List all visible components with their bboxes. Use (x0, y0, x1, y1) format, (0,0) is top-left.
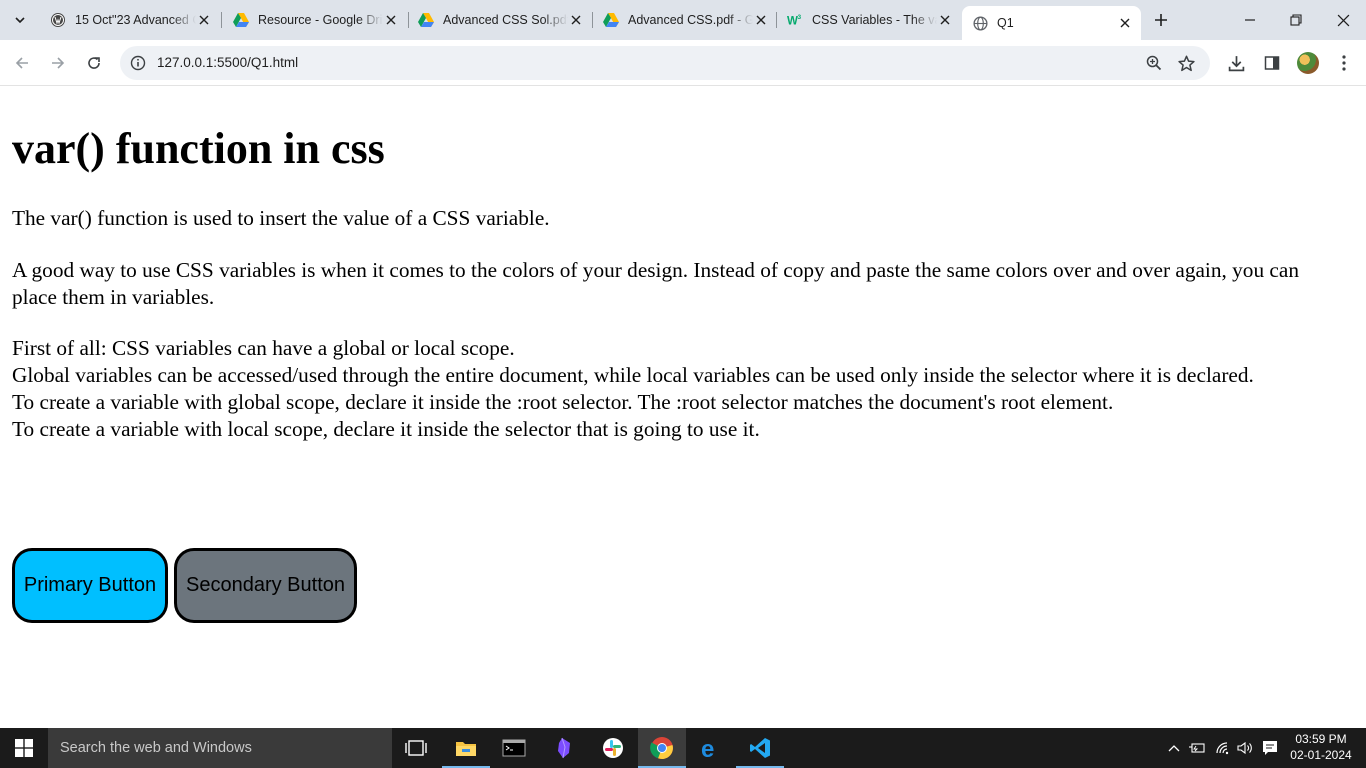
obsidian-icon[interactable] (540, 728, 588, 768)
notification-center-icon[interactable] (1260, 738, 1280, 758)
browser-tab-strip: 15 Oct''23 Advanced CSS Resource - Googl… (0, 0, 1366, 40)
minimize-icon (1245, 19, 1255, 21)
browser-menu-button[interactable] (1330, 49, 1358, 77)
volume-icon[interactable] (1236, 738, 1256, 758)
restore-button[interactable] (1273, 0, 1319, 40)
close-icon[interactable] (196, 12, 212, 28)
close-icon[interactable] (383, 12, 399, 28)
tab-search-button[interactable] (8, 8, 32, 32)
profile-avatar[interactable] (1297, 52, 1319, 74)
tab-title: Advanced CSS.pdf - Google Drive (628, 13, 753, 27)
browser-tab[interactable]: Resource - Google Drive (223, 5, 407, 35)
wordpress-icon (50, 12, 66, 28)
tab-title: CSS Variables - The var() function (812, 13, 937, 27)
taskbar-search-box[interactable]: Search the web and Windows (48, 728, 392, 768)
browser-tab[interactable]: Advanced CSS.pdf - Google Drive (593, 5, 777, 35)
clock-date: 02-01-2024 (1290, 748, 1352, 762)
svg-text:W: W (787, 15, 798, 27)
start-button[interactable] (0, 728, 48, 768)
zoom-icon[interactable] (1144, 53, 1164, 73)
file-explorer-icon[interactable] (442, 728, 490, 768)
forward-button[interactable] (44, 49, 72, 77)
colors-paragraph: A good way to use CSS variables is when … (12, 258, 1299, 309)
svg-text:3: 3 (798, 14, 802, 21)
globe-icon (972, 15, 988, 31)
bookmark-star-icon[interactable] (1176, 53, 1196, 73)
reload-button[interactable] (80, 49, 108, 77)
close-window-button[interactable] (1320, 0, 1366, 40)
chevron-up-icon[interactable] (1164, 738, 1184, 758)
vscode-icon[interactable] (736, 728, 784, 768)
close-icon[interactable] (1117, 15, 1133, 31)
google-drive-icon (233, 12, 249, 28)
taskbar-clock[interactable]: 03:59 PM 02-01-2024 (1286, 731, 1356, 763)
side-panel-icon (1264, 56, 1280, 70)
intro-paragraph: The var() function is used to insert the… (12, 206, 550, 230)
tab-title: Q1 (997, 16, 1014, 30)
chevron-down-icon (15, 17, 25, 24)
chrome-icon[interactable] (638, 728, 686, 768)
back-button[interactable] (8, 49, 36, 77)
task-view-icon[interactable] (392, 728, 440, 768)
slack-icon[interactable] (589, 728, 637, 768)
scope-paragraph: First of all: CSS variables can have a g… (12, 335, 1342, 443)
downloads-button[interactable] (1222, 49, 1250, 77)
browser-toolbar: 127.0.0.1:5500/Q1.html (0, 40, 1366, 86)
clock-time: 03:59 PM (1295, 732, 1347, 746)
secondary-button[interactable]: Secondary Button (174, 548, 357, 623)
primary-button[interactable]: Primary Button (12, 548, 168, 623)
svg-text:e: e (701, 736, 714, 760)
battery-icon[interactable] (1187, 738, 1207, 758)
taskbar-search-placeholder: Search the web and Windows (60, 740, 252, 756)
command-prompt-icon[interactable] (490, 728, 538, 768)
tab-title: Advanced CSS Sol.pdf (443, 13, 568, 27)
google-drive-icon (603, 12, 619, 28)
download-icon (1228, 55, 1244, 71)
tab-title: Resource - Google Drive (258, 13, 383, 27)
kebab-menu-icon (1342, 55, 1346, 71)
address-bar[interactable]: 127.0.0.1:5500/Q1.html (120, 46, 1210, 80)
arrow-left-icon (15, 57, 28, 69)
edge-icon[interactable]: e (687, 728, 735, 768)
close-icon[interactable] (937, 12, 953, 28)
reload-icon (88, 57, 100, 69)
minimize-button[interactable] (1227, 0, 1273, 40)
w3schools-icon: W3 (787, 12, 803, 28)
web-page-content: var() function in css The var() function… (0, 87, 1366, 728)
wifi-icon[interactable] (1213, 738, 1233, 758)
windows-taskbar: Search the web and Windows e 03:59 PM 02… (0, 728, 1366, 768)
page-heading: var() function in css (12, 124, 385, 173)
scope-line: First of all: CSS variables can have a g… (12, 336, 515, 360)
browser-tab[interactable]: Advanced CSS Sol.pdf (408, 5, 592, 35)
scope-line: To create a variable with local scope, d… (12, 417, 760, 441)
tab-title: 15 Oct''23 Advanced CSS (75, 13, 196, 27)
arrow-right-icon (52, 57, 65, 69)
side-panel-button[interactable] (1258, 49, 1286, 77)
close-icon[interactable] (753, 12, 769, 28)
url-text: 127.0.0.1:5500/Q1.html (157, 55, 299, 70)
browser-tab[interactable]: 15 Oct''23 Advanced CSS (40, 5, 220, 35)
restore-icon (1290, 14, 1302, 26)
google-drive-icon (418, 12, 434, 28)
scope-line: To create a variable with global scope, … (12, 390, 1114, 414)
browser-tab[interactable]: W3 CSS Variables - The var() function (777, 5, 961, 35)
scope-line: Global variables can be accessed/used th… (12, 363, 1254, 387)
close-icon (1337, 14, 1349, 26)
new-tab-button[interactable] (1150, 9, 1172, 31)
close-icon[interactable] (568, 12, 584, 28)
site-info-icon[interactable] (128, 53, 148, 73)
browser-tab-active[interactable]: Q1 (962, 6, 1141, 40)
plus-icon (1155, 14, 1167, 26)
tab-separator (221, 12, 222, 28)
windows-logo-icon (15, 739, 33, 757)
